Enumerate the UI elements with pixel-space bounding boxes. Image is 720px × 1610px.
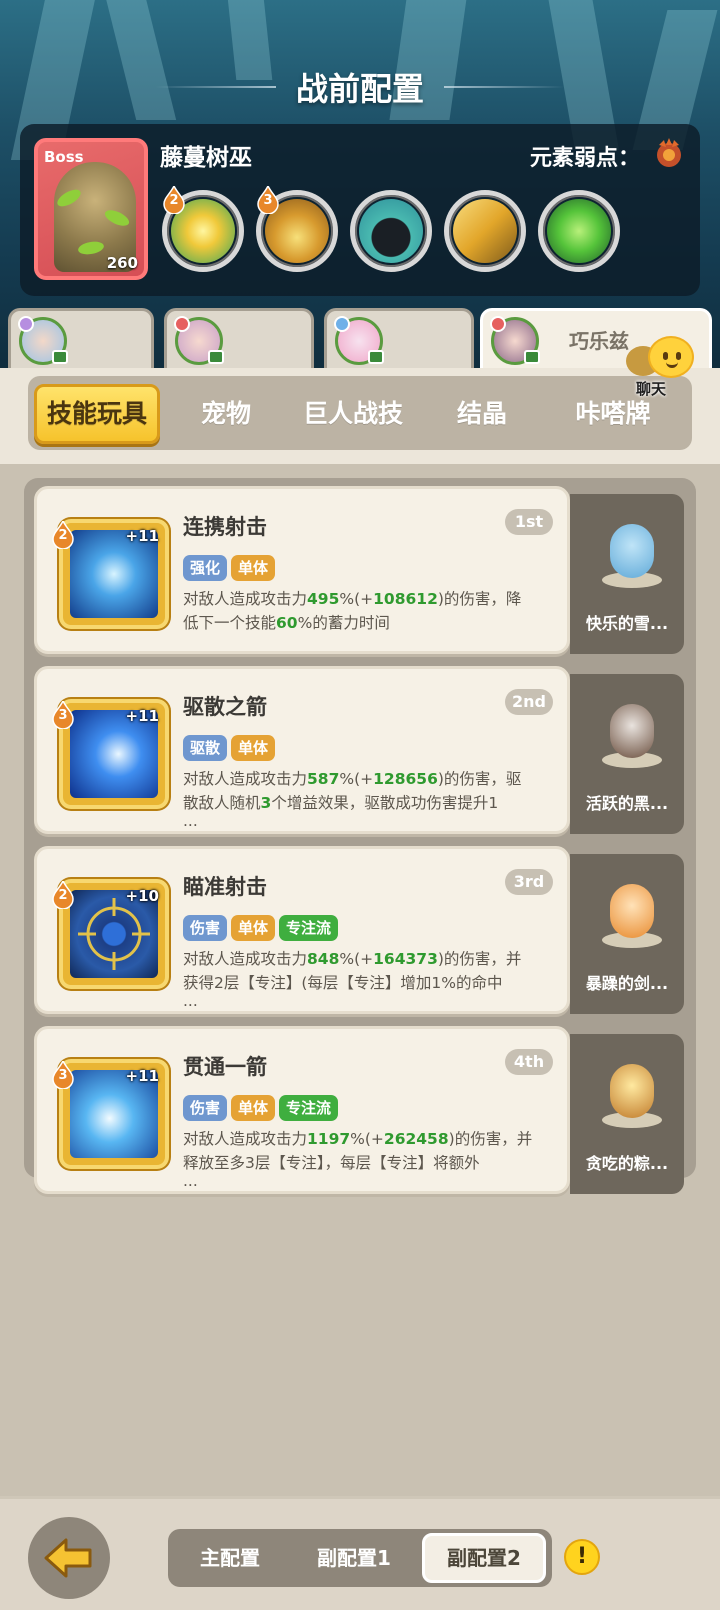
config-sub2-tab[interactable]: 副配置2 bbox=[422, 1533, 546, 1583]
green-slime-skill-icon bbox=[547, 199, 611, 263]
pet-figure bbox=[600, 876, 662, 948]
skill-tag: 单体 bbox=[231, 915, 276, 941]
smiley-icon bbox=[648, 336, 694, 378]
config-main-tab[interactable]: 主配置 bbox=[168, 1533, 292, 1583]
skill-card[interactable]: +10 2 瞄准射击 3rd 伤害 单体 专注流 对敌人造成攻击力848%(+164… bbox=[34, 846, 570, 1014]
skill-row: 快乐的雪... +11 2 连携射击 1st 强化 单体 对敌人造成攻击力495%… bbox=[34, 486, 684, 654]
skill-tag: 伤害 bbox=[183, 915, 228, 941]
config-sub1-tab[interactable]: 副配置1 bbox=[292, 1533, 416, 1583]
skill-tag: 专注流 bbox=[279, 915, 339, 941]
pet-figure bbox=[600, 1056, 662, 1128]
skill-name: 贯通一箭 bbox=[183, 1055, 267, 1079]
tab-crystals[interactable]: 结晶 bbox=[432, 384, 532, 444]
boss-skill-golden-claw[interactable] bbox=[444, 190, 526, 272]
skill-tag: 单体 bbox=[231, 1095, 276, 1121]
page-title: 战前配置 bbox=[295, 70, 424, 108]
skill-description: 对敌人造成攻击力587%(+128656)的伤害，驱 散敌人随机3个增益效果，驱… bbox=[183, 770, 522, 827]
tab-skill-toys[interactable]: 技能玩具 bbox=[34, 384, 160, 444]
skill-icon-frame: +11 bbox=[59, 699, 169, 809]
boss-name: 藤蔓树巫 bbox=[160, 145, 252, 171]
skill-tag: 单体 bbox=[231, 735, 276, 761]
boss-tag: Boss bbox=[44, 148, 84, 166]
golden-claw-skill-icon bbox=[453, 199, 517, 263]
skill-tags: 强化 单体 bbox=[183, 555, 279, 581]
skill-rank-badge: 3rd bbox=[505, 869, 553, 895]
partner-tab-2[interactable] bbox=[164, 308, 314, 368]
boss-level: 260 bbox=[106, 254, 138, 272]
skill-description: 对敌人造成攻击力1197%(+262458)的伤害，并 释放至多3层【专注】，每… bbox=[183, 1130, 533, 1187]
skill-rank-badge: 4th bbox=[505, 1049, 553, 1075]
skill-tag: 强化 bbox=[183, 555, 228, 581]
boss-skill-green-slime[interactable] bbox=[538, 190, 620, 272]
pet-slot[interactable]: 活跃的黑... bbox=[570, 674, 684, 834]
chat-badge-icon bbox=[368, 350, 384, 364]
skill-level-badge: 2 bbox=[51, 521, 75, 549]
chat-badge-icon bbox=[208, 350, 224, 364]
partner-avatar bbox=[18, 316, 68, 365]
skill-tag: 驱散 bbox=[183, 735, 228, 761]
pet-figure bbox=[600, 516, 662, 588]
pet-name: 贪吃的粽... bbox=[585, 1154, 669, 1173]
skill-name: 瞄准射击 bbox=[183, 875, 267, 899]
pet-figure bbox=[600, 696, 662, 768]
skill-level-badge: 3 bbox=[51, 701, 75, 729]
pet-slot[interactable]: 暴躁的剑... bbox=[570, 854, 684, 1014]
warning-icon[interactable]: ! bbox=[564, 1539, 600, 1575]
partner-avatar bbox=[490, 316, 540, 365]
fire-element-icon[interactable] bbox=[652, 136, 686, 170]
skill-tag: 伤害 bbox=[183, 1095, 228, 1121]
bottom-bar: 主配置 副配置1 副配置2 ! bbox=[0, 1496, 720, 1610]
skill-level-badge: 2 bbox=[51, 881, 75, 909]
back-button[interactable] bbox=[28, 1517, 110, 1599]
skill-icon-frame: +10 bbox=[59, 879, 169, 989]
partner-avatar bbox=[174, 316, 224, 365]
back-arrow-icon bbox=[44, 1538, 92, 1578]
tab-pets[interactable]: 宠物 bbox=[176, 384, 276, 444]
chat-badge-icon bbox=[52, 350, 68, 364]
pet-name: 快乐的雪... bbox=[585, 614, 669, 633]
boss-skill-2-level-badge: 3 bbox=[256, 186, 280, 214]
skill-rank-badge: 2nd bbox=[505, 689, 553, 715]
boss-skill-1-level-badge: 2 bbox=[162, 186, 186, 214]
config-switcher: 主配置 副配置1 副配置2 bbox=[168, 1529, 552, 1587]
skill-tags: 伤害 单体 专注流 bbox=[183, 1095, 342, 1121]
skill-rank-badge: 1st bbox=[505, 509, 553, 535]
skill-icon-frame: +11 bbox=[59, 519, 169, 629]
category-tabs: 技能玩具 宠物 巨人战技 结晶 咔嗒牌 bbox=[28, 376, 692, 450]
skill-level-badge: 3 bbox=[51, 1061, 75, 1089]
boss-info-panel: Boss 260 藤蔓树巫 元素弱点： 2 3 bbox=[20, 124, 700, 296]
skill-description: 对敌人造成攻击力495%(+108612)的伤害，降 低下一个技能60%的蓄力时… bbox=[183, 590, 522, 632]
skill-tags: 伤害 单体 专注流 bbox=[183, 915, 342, 941]
skill-row: 活跃的黑... +11 3 驱散之箭 2nd 驱散 单体 对敌人造成攻击力587%… bbox=[34, 666, 684, 834]
pet-slot[interactable]: 贪吃的粽... bbox=[570, 1034, 684, 1194]
partner-avatar bbox=[334, 316, 384, 365]
pet-name: 暴躁的剑... bbox=[585, 974, 669, 993]
pet-name: 活跃的黑... bbox=[585, 794, 669, 813]
partner-tab-1[interactable] bbox=[8, 308, 154, 368]
skill-card[interactable]: +11 2 连携射击 1st 强化 单体 对敌人造成攻击力495%(+108612… bbox=[34, 486, 570, 654]
skill-tags: 驱散 单体 bbox=[183, 735, 279, 761]
skill-row: 贪吃的粽... +11 3 贯通一箭 4th 伤害 单体 专注流 对敌人造成攻击力1… bbox=[34, 1026, 684, 1194]
pet-slot[interactable]: 快乐的雪... bbox=[570, 494, 684, 654]
partner-name: 巧乐兹 bbox=[569, 329, 629, 353]
skill-row: 暴躁的剑... +10 2 瞄准射击 3rd 伤害 单体 专注流 对敌人造成攻击… bbox=[34, 846, 684, 1014]
chat-badge-icon bbox=[524, 350, 540, 364]
skill-card[interactable]: +11 3 驱散之箭 2nd 驱散 单体 对敌人造成攻击力587%(+128656… bbox=[34, 666, 570, 834]
tab-giant-combat[interactable]: 巨人战技 bbox=[290, 384, 416, 444]
skill-name: 驱散之箭 bbox=[183, 695, 267, 719]
skill-description: 对敌人造成攻击力848%(+164373)的伤害，并 获得2层【专注】(每层【专… bbox=[183, 950, 522, 1007]
boss-skill-shadow-monster[interactable] bbox=[350, 190, 432, 272]
skill-icon-frame: +11 bbox=[59, 1059, 169, 1169]
element-weakness-label: 元素弱点： bbox=[529, 146, 640, 171]
shadow-monster-skill-icon bbox=[359, 199, 423, 263]
skill-tag: 单体 bbox=[231, 555, 276, 581]
boss-portrait[interactable]: Boss 260 bbox=[34, 138, 148, 280]
chat-button[interactable]: 聊天 bbox=[622, 336, 702, 400]
skill-card[interactable]: +11 3 贯通一箭 4th 伤害 单体 专注流 对敌人造成攻击力1197%(+26… bbox=[34, 1026, 570, 1194]
skill-name: 连携射击 bbox=[183, 515, 267, 539]
category-bar: 技能玩具 宠物 巨人战技 结晶 咔嗒牌 bbox=[0, 368, 720, 464]
skill-tag: 专注流 bbox=[279, 1095, 339, 1121]
partner-tab-3[interactable] bbox=[324, 308, 474, 368]
